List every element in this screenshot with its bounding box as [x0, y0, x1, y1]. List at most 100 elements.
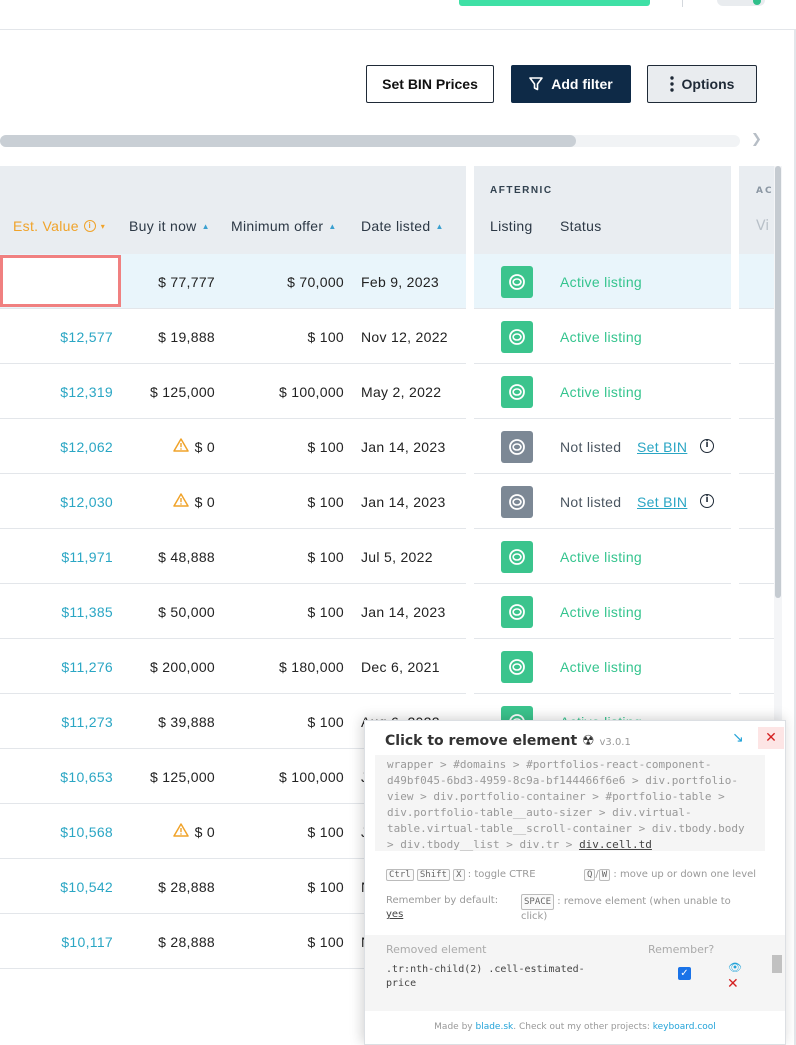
minimum-offer-cell[interactable]: $ 100,000: [279, 364, 344, 419]
table-row[interactable]: $12,577 $ 19,888 $ 100 Nov 12, 2022: [0, 309, 466, 364]
minimum-offer-cell[interactable]: $ 70,000: [287, 254, 344, 309]
info-icon[interactable]: i: [700, 494, 714, 508]
list-scrollbar[interactable]: [771, 941, 783, 1005]
buy-it-now-cell[interactable]: $ 48,888: [158, 529, 215, 584]
afternic-logo-icon[interactable]: [501, 376, 533, 408]
buy-it-now-cell[interactable]: $ 200,000: [150, 639, 215, 694]
buy-it-now-cell[interactable]: $ 125,000: [150, 749, 215, 804]
est-value-cell[interactable]: $10,653: [60, 749, 113, 804]
listing-status: Active listing: [560, 548, 643, 565]
top-toggle[interactable]: [717, 0, 765, 6]
col-est-value[interactable]: Est. Value i ▾: [13, 218, 105, 234]
close-icon[interactable]: ✕: [758, 727, 784, 749]
vertical-scrollbar-thumb[interactable]: [775, 166, 781, 598]
est-value-cell[interactable]: $11,273: [61, 694, 113, 749]
hint-space-text-2: click): [521, 911, 548, 922]
est-value-cell[interactable]: $12,030: [60, 474, 113, 529]
buy-it-now-cell[interactable]: $ 125,000: [150, 364, 215, 419]
buy-it-now-cell[interactable]: $ 0: [172, 804, 215, 859]
table-row[interactable]: $11,276 $ 200,000 $ 180,000 Dec 6, 2021: [0, 639, 466, 694]
est-value-cell[interactable]: $11,276: [61, 639, 113, 694]
afternic-logo-icon[interactable]: [501, 431, 533, 463]
table-row[interactable]: $12,319 $ 125,000 $ 100,000 May 2, 2022: [0, 364, 466, 419]
est-value-cell[interactable]: $11,971: [61, 529, 113, 584]
afternic-row: Active listing: [474, 364, 731, 419]
ctre-version: v3.0.1: [599, 737, 631, 748]
key-ctrl: Ctrl: [386, 869, 414, 881]
remember-toggle-link[interactable]: yes: [386, 909, 403, 920]
col-date-listed[interactable]: Date listed ▲︎: [361, 218, 444, 234]
add-filter-button[interactable]: Add filter: [511, 65, 631, 103]
est-value-cell[interactable]: $10,542: [60, 859, 113, 914]
buy-it-now-cell[interactable]: $ 28,888: [158, 914, 215, 969]
date-listed-cell: Jan 14, 2023: [361, 438, 446, 455]
info-icon[interactable]: i: [700, 439, 714, 453]
minimize-arrow-icon[interactable]: ↘: [732, 730, 744, 746]
list-scrollbar-thumb[interactable]: [772, 955, 782, 973]
afternic-logo-icon[interactable]: [501, 651, 533, 683]
set-bin-prices-button[interactable]: Set BIN Prices: [366, 65, 494, 103]
scroll-right-chevron-icon[interactable]: ❯: [751, 132, 762, 147]
buy-it-now-cell[interactable]: $ 50,000: [158, 584, 215, 639]
afternic-logo-icon[interactable]: [501, 321, 533, 353]
minimum-offer-cell[interactable]: $ 100: [307, 914, 344, 969]
minimum-offer-cell[interactable]: $ 100: [307, 804, 344, 859]
buy-it-now-cell[interactable]: $ 0: [172, 419, 215, 474]
warning-icon: [172, 823, 189, 840]
buy-it-now-cell[interactable]: $ 28,888: [158, 859, 215, 914]
horizontal-scrollbar[interactable]: [0, 135, 740, 147]
selector-line: price: [386, 978, 417, 989]
options-label: Options: [681, 76, 735, 92]
minimum-offer-cell[interactable]: $ 100: [307, 419, 344, 474]
buy-it-now-cell[interactable]: $ 19,888: [158, 309, 215, 364]
col-buy-it-now[interactable]: Buy it now ▲︎: [129, 218, 210, 234]
est-value-cell[interactable]: $12,319: [60, 364, 113, 419]
est-value-cell[interactable]: $10,117: [61, 914, 113, 969]
afternic-logo-icon[interactable]: [501, 541, 533, 573]
path-line: table.virtual-table__scroll-container > …: [387, 822, 745, 835]
est-value-cell[interactable]: $10,568: [60, 804, 113, 859]
minimum-offer-cell[interactable]: $ 100: [307, 309, 344, 364]
table-row[interactable]: $12,030 $ 0 $ 100 Jan 14, 2023: [0, 474, 466, 529]
top-action-button[interactable]: [459, 0, 650, 6]
buy-it-now-value: $ 48,888: [158, 548, 215, 565]
path-current[interactable]: div.cell.td: [579, 838, 652, 851]
table-row[interactable]: $11,385 $ 50,000 $ 100 Jan 14, 2023: [0, 584, 466, 639]
keyboard-cool-link[interactable]: keyboard.cool: [653, 1022, 716, 1032]
buy-it-now-value: $ 125,000: [150, 383, 215, 400]
minimum-offer-cell[interactable]: $ 100: [307, 474, 344, 529]
buy-it-now-cell[interactable]: $ 0: [172, 474, 215, 529]
set-bin-link[interactable]: Set BIN: [637, 419, 687, 474]
buy-it-now-cell[interactable]: $ 39,888: [158, 694, 215, 749]
table-row[interactable]: $12,062 $ 0 $ 100 Jan 14, 2023: [0, 419, 466, 474]
horizontal-scrollbar-thumb[interactable]: [0, 135, 576, 147]
minimum-offer-cell[interactable]: $ 100: [307, 694, 344, 749]
delete-icon[interactable]: ✕: [727, 976, 739, 992]
minimum-offer-cell[interactable]: $ 180,000: [279, 639, 344, 694]
remember-checkbox[interactable]: ✓: [678, 967, 691, 980]
col-minimum-offer[interactable]: Minimum offer ▲︎: [231, 218, 337, 234]
est-value-cell[interactable]: $11,385: [61, 584, 113, 639]
minimum-offer-cell[interactable]: $ 100: [307, 529, 344, 584]
minimum-offer-cell[interactable]: $ 100: [307, 584, 344, 639]
buy-it-now-cell[interactable]: $ 77,777: [158, 254, 215, 309]
author-link[interactable]: blade.sk: [475, 1022, 513, 1032]
table-row[interactable]: $11,971 $ 48,888 $ 100 Jul 5, 2022: [0, 529, 466, 584]
minimum-offer-cell[interactable]: $ 100,000: [279, 749, 344, 804]
filter-icon: [529, 77, 544, 91]
path-line: div.portfolio-table__auto-sizer > div.vi…: [387, 806, 692, 819]
afternic-logo-icon[interactable]: [501, 486, 533, 518]
hint-move-text: : move up or down one level: [613, 869, 757, 880]
afternic-logo-icon[interactable]: [501, 596, 533, 628]
info-icon[interactable]: i: [83, 220, 96, 232]
afternic-logo-icon[interactable]: [501, 266, 533, 298]
options-button[interactable]: Options: [647, 65, 757, 103]
afternic-row: Active listing: [474, 639, 731, 694]
buy-it-now-value: $ 28,888: [158, 933, 215, 950]
set-bin-link[interactable]: Set BIN: [637, 474, 687, 529]
afternic-row: Not listed Set BIN i: [474, 419, 731, 474]
minimum-offer-cell[interactable]: $ 100: [307, 859, 344, 914]
est-value-cell[interactable]: $12,062: [60, 419, 113, 474]
eye-icon[interactable]: 👁︎: [728, 961, 742, 974]
est-value-cell[interactable]: $12,577: [60, 309, 113, 364]
